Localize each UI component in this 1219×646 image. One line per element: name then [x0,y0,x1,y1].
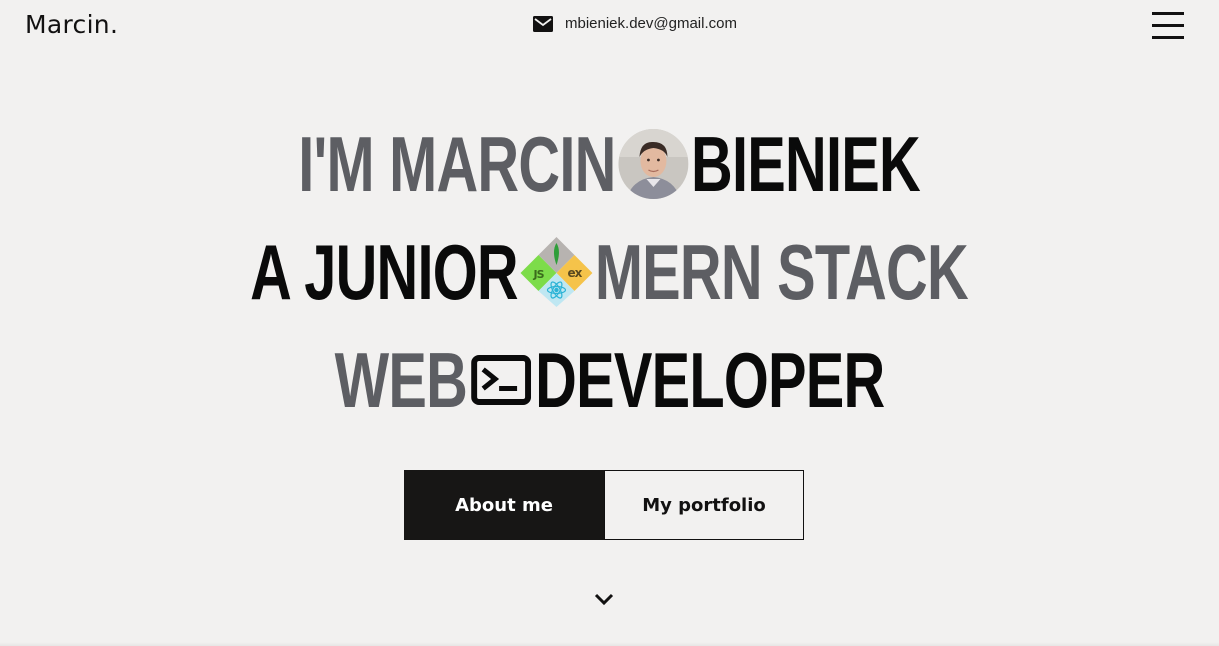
section-divider [0,642,1219,646]
email-contact[interactable]: mbieniek.dev@gmail.com [533,15,737,32]
terminal-icon [471,355,532,405]
profile-photo [618,129,689,199]
hero-heading: I'M MARCIN BIENIEK A JUNIOR JS ex MERN S… [0,110,1219,434]
hero-line-3-black: DEVELOPER [535,336,885,424]
hero-line-3: WEB DEVELOPER [334,326,886,434]
hamburger-menu-icon[interactable] [1152,12,1184,39]
mern-logos-icon: JS ex [520,237,593,307]
hero-line-2-grey: MERN STACK [595,228,969,316]
hero-line-1-grey: I'M MARCIN [298,120,617,208]
menu-bar [1152,36,1184,39]
hero-line-2-black: A JUNIOR [250,228,519,316]
hero-line-3-grey: WEB [334,336,468,424]
email-address[interactable]: mbieniek.dev@gmail.com [565,15,737,32]
menu-bar [1152,12,1184,15]
node-logo-text: JS [533,268,545,281]
hero-line-1-black: BIENIEK [691,120,921,208]
hero-buttons: About me My portfolio [404,470,804,540]
express-logo-text: ex [568,266,583,280]
about-me-button[interactable]: About me [404,470,604,540]
hero-line-1: I'M MARCIN BIENIEK [298,110,922,218]
menu-bar [1152,24,1184,27]
my-portfolio-button[interactable]: My portfolio [604,470,804,540]
chevron-down-icon[interactable] [593,592,615,611]
mail-icon [533,15,553,32]
hero-line-2: A JUNIOR JS ex MERN STACK [250,218,970,326]
logo[interactable]: Marcin. [25,10,118,39]
